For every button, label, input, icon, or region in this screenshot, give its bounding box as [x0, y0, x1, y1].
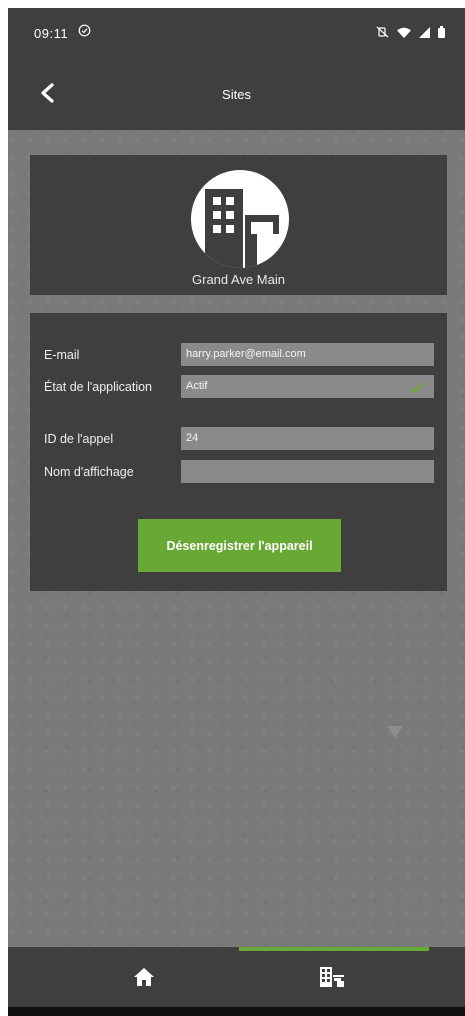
- status-bar: 09:11: [8, 8, 465, 60]
- nav-home[interactable]: [124, 963, 164, 995]
- call-id-label: ID de l'appel: [44, 432, 114, 446]
- app-state-value: Actif: [186, 380, 208, 392]
- site-card: Grand Ave Main: [30, 155, 447, 295]
- bottom-nav: [8, 947, 465, 1007]
- signal-icon: [419, 26, 430, 38]
- active-tab-indicator: [239, 947, 429, 951]
- display-name-label: Nom d'affichage: [44, 465, 134, 479]
- app-state-field[interactable]: Actif: [181, 375, 434, 398]
- nav-sites[interactable]: [312, 963, 352, 995]
- display-name-field[interactable]: [181, 460, 434, 483]
- status-time: 09:11: [34, 26, 69, 41]
- call-id-field[interactable]: 24: [181, 427, 434, 450]
- building-icon: [191, 170, 289, 268]
- buildings-icon: [320, 966, 344, 992]
- email-field[interactable]: harry.parker@email.com: [181, 343, 434, 366]
- mute-vibrate-icon: [376, 26, 389, 38]
- system-gesture-bar: [8, 1007, 465, 1016]
- status-icons: [376, 26, 445, 38]
- email-label: E-mail: [44, 348, 80, 362]
- circle-check-icon: [78, 24, 91, 40]
- battery-icon: [438, 26, 445, 38]
- page-title: Sites: [222, 87, 251, 102]
- app-state-label: État de l'application: [44, 380, 153, 394]
- wifi-icon: [397, 27, 411, 38]
- home-icon: [134, 967, 154, 991]
- caret-down-icon: [387, 726, 403, 738]
- check-icon: [410, 380, 424, 394]
- app-screen: 09:11 Sites Grand Ave Main E-mail harry.…: [8, 8, 465, 1016]
- unregister-device-button[interactable]: Désenregistrer l'appareil: [138, 519, 341, 572]
- site-name: Grand Ave Main: [192, 272, 285, 287]
- device-info-card: E-mail harry.parker@email.com État de l'…: [30, 313, 447, 591]
- app-bar: Sites: [8, 60, 465, 130]
